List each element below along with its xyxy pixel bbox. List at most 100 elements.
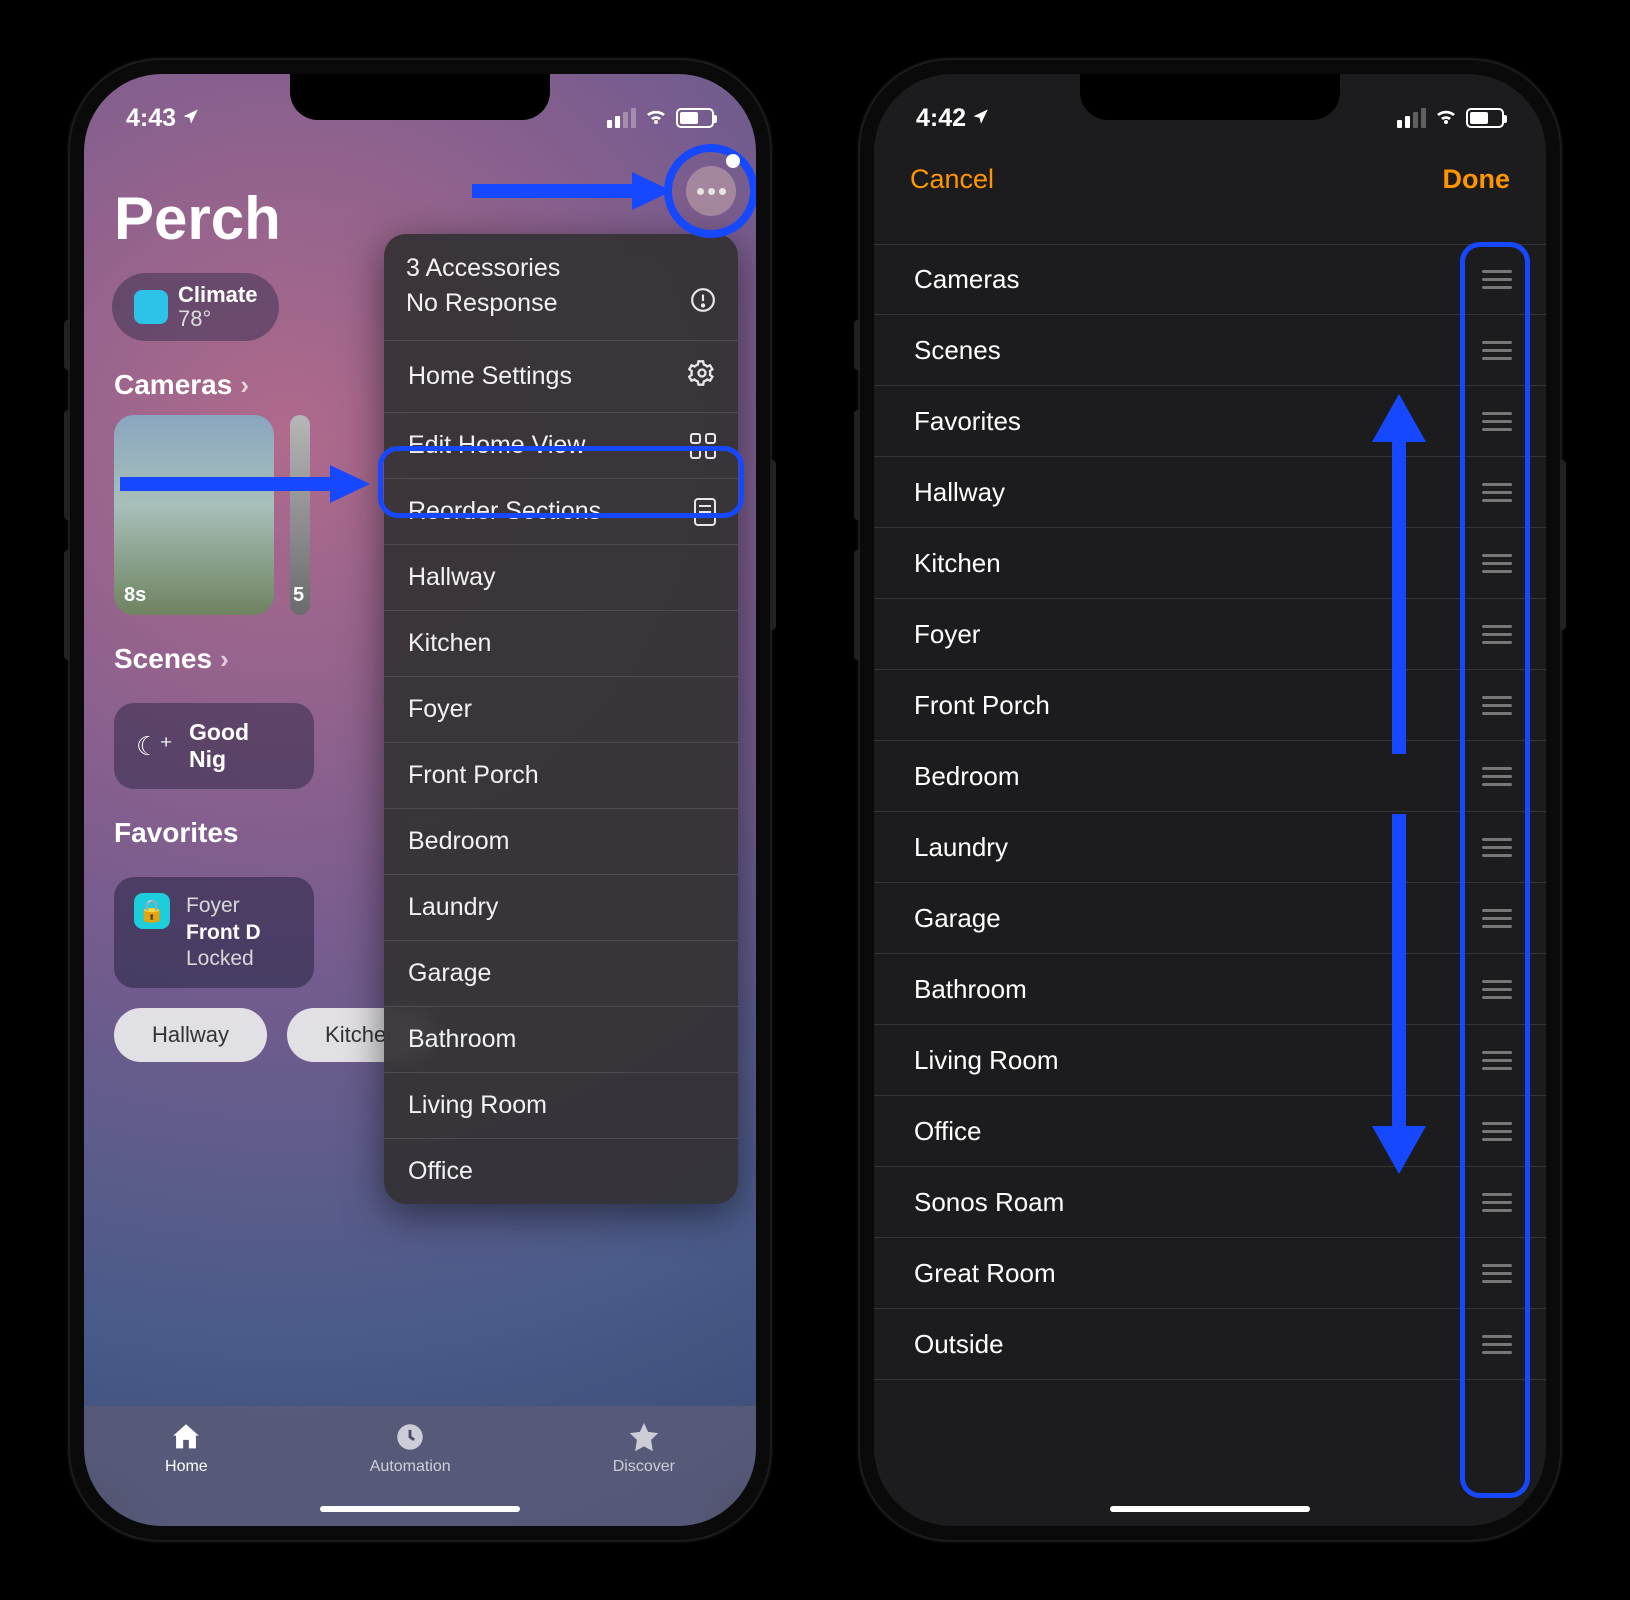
- fan-icon: [134, 290, 168, 324]
- reorder-row[interactable]: Bedroom: [874, 741, 1546, 812]
- drag-handle-icon[interactable]: [1478, 335, 1516, 366]
- reorder-row[interactable]: Foyer: [874, 599, 1546, 670]
- scene-label: Good Nig: [189, 719, 292, 773]
- menu-room[interactable]: Living Room: [384, 1073, 738, 1139]
- annotation-arrow: [110, 459, 370, 509]
- drag-handle-icon[interactable]: [1478, 1329, 1516, 1360]
- menu-home-settings[interactable]: Home Settings: [384, 341, 738, 413]
- camera-tile-ts: 5: [293, 584, 304, 607]
- drag-handle-icon[interactable]: [1478, 619, 1516, 650]
- menu-room[interactable]: Hallway: [384, 545, 738, 611]
- reorder-row[interactable]: Laundry: [874, 812, 1546, 883]
- menu-room[interactable]: Foyer: [384, 677, 738, 743]
- clock-icon: [393, 1420, 427, 1454]
- reorder-row[interactable]: Cameras: [874, 244, 1546, 315]
- reorder-row-label: Hallway: [914, 477, 1005, 508]
- reorder-row-label: Bedroom: [914, 761, 1020, 792]
- menu-room-label: Bathroom: [408, 1025, 516, 1054]
- wifi-icon: [644, 104, 668, 133]
- menu-home-settings-label: Home Settings: [408, 362, 572, 391]
- drag-handle-icon[interactable]: [1478, 477, 1516, 508]
- reorder-row[interactable]: Favorites: [874, 386, 1546, 457]
- reorder-row-label: Great Room: [914, 1258, 1056, 1289]
- reorder-row-label: Cameras: [914, 264, 1019, 295]
- cellular-icon: [1397, 108, 1426, 128]
- room-chip[interactable]: Hallway: [114, 1008, 267, 1062]
- annotation-arrow: [462, 166, 672, 216]
- camera-tile-1[interactable]: 8s: [114, 415, 274, 615]
- camera-tile-2[interactable]: 5: [290, 415, 310, 615]
- volume-up: [64, 410, 70, 520]
- menu-room[interactable]: Front Porch: [384, 743, 738, 809]
- section-cameras-label: Cameras: [114, 369, 232, 401]
- power-button: [770, 460, 776, 630]
- menu-room-label: Living Room: [408, 1091, 547, 1120]
- menu-room[interactable]: Bathroom: [384, 1007, 738, 1073]
- drag-handle-icon[interactable]: [1478, 1258, 1516, 1289]
- drag-handle-icon[interactable]: [1478, 903, 1516, 934]
- menu-edit-home-view[interactable]: Edit Home View: [384, 413, 738, 479]
- menu-room[interactable]: Kitchen: [384, 611, 738, 677]
- tab-automation[interactable]: Automation: [370, 1420, 451, 1476]
- tab-home-label: Home: [165, 1458, 208, 1476]
- scene-tile[interactable]: ☾⁺ Good Nig: [114, 703, 314, 789]
- reorder-row-label: Kitchen: [914, 548, 1001, 579]
- reorder-row[interactable]: Outside: [874, 1309, 1546, 1380]
- drag-handle-icon[interactable]: [1478, 264, 1516, 295]
- status-bar: 4:42: [874, 74, 1546, 144]
- grid-icon: [690, 433, 716, 459]
- menu-acc-line2: No Response: [406, 289, 557, 318]
- drag-handle-icon[interactable]: [1478, 832, 1516, 863]
- drag-handle-icon[interactable]: [1478, 761, 1516, 792]
- favorite-name: Front D: [186, 920, 261, 946]
- home-title: Perch: [114, 184, 281, 253]
- reorder-row[interactable]: Front Porch: [874, 670, 1546, 741]
- drag-handle-icon[interactable]: [1478, 1116, 1516, 1147]
- reorder-row[interactable]: Kitchen: [874, 528, 1546, 599]
- done-button[interactable]: Done: [1443, 164, 1511, 195]
- home-indicator[interactable]: [1110, 1506, 1310, 1512]
- tab-discover[interactable]: Discover: [613, 1420, 675, 1476]
- climate-chip[interactable]: Climate 78°: [112, 273, 279, 341]
- section-favorites-label: Favorites: [114, 817, 239, 849]
- lock-icon: 🔒: [134, 893, 170, 929]
- menu-reorder-sections[interactable]: Reorder Sections: [384, 479, 738, 545]
- location-icon: [972, 104, 990, 133]
- menu-room[interactable]: Office: [384, 1139, 738, 1204]
- more-button[interactable]: [686, 166, 736, 216]
- reorder-row[interactable]: Great Room: [874, 1238, 1546, 1309]
- reorder-row[interactable]: Scenes: [874, 315, 1546, 386]
- gear-icon: [688, 359, 716, 394]
- cellular-icon: [607, 108, 636, 128]
- menu-room-label: Hallway: [408, 563, 496, 592]
- cancel-button[interactable]: Cancel: [910, 164, 994, 195]
- menu-room[interactable]: Laundry: [384, 875, 738, 941]
- drag-handle-icon[interactable]: [1478, 548, 1516, 579]
- home-indicator[interactable]: [320, 1506, 520, 1512]
- favorite-room: Foyer: [186, 893, 261, 919]
- reorder-row[interactable]: Living Room: [874, 1025, 1546, 1096]
- battery-icon: [676, 108, 714, 128]
- drag-handle-icon[interactable]: [1478, 1187, 1516, 1218]
- reorder-row[interactable]: Hallway: [874, 457, 1546, 528]
- drag-handle-icon[interactable]: [1478, 690, 1516, 721]
- menu-room-label: Foyer: [408, 695, 472, 724]
- drag-handle-icon[interactable]: [1478, 406, 1516, 437]
- reorder-row[interactable]: Sonos Roam: [874, 1167, 1546, 1238]
- favorite-tile[interactable]: 🔒 Foyer Front D Locked: [114, 877, 314, 988]
- reorder-row-label: Bathroom: [914, 974, 1027, 1005]
- tab-home[interactable]: Home: [165, 1420, 208, 1476]
- annotation-updown-arrow: [1364, 394, 1434, 1174]
- section-scenes-label: Scenes: [114, 643, 212, 675]
- drag-handle-icon[interactable]: [1478, 1045, 1516, 1076]
- favorite-state: Locked: [186, 946, 261, 972]
- menu-room-label: Office: [408, 1157, 473, 1186]
- menu-room[interactable]: Garage: [384, 941, 738, 1007]
- menu-room[interactable]: Bedroom: [384, 809, 738, 875]
- menu-accessories-status[interactable]: 3 Accessories No Response: [384, 234, 738, 341]
- reorder-row[interactable]: Garage: [874, 883, 1546, 954]
- reorder-row-label: Sonos Roam: [914, 1187, 1064, 1218]
- drag-handle-icon[interactable]: [1478, 974, 1516, 1005]
- reorder-row[interactable]: Office: [874, 1096, 1546, 1167]
- reorder-row[interactable]: Bathroom: [874, 954, 1546, 1025]
